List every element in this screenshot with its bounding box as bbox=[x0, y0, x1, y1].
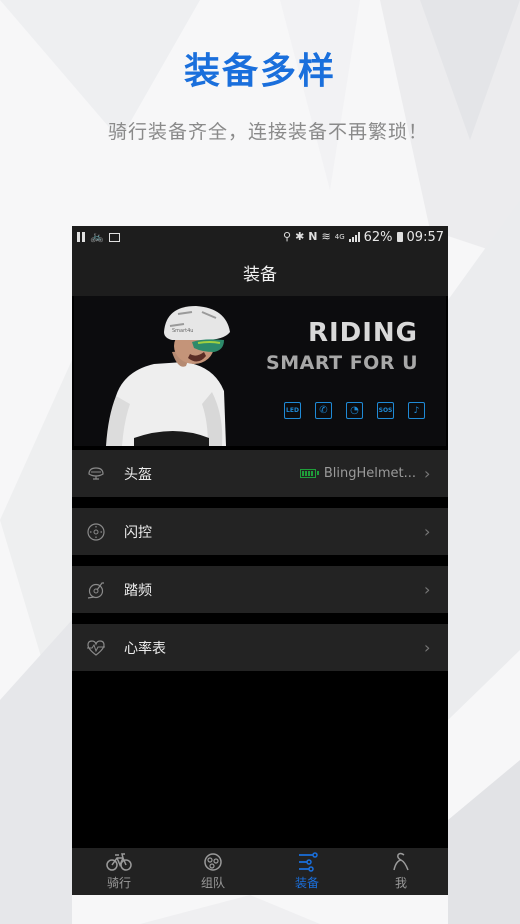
network-type: 4G bbox=[334, 233, 345, 241]
speedometer-icon: ◔ bbox=[346, 402, 363, 419]
tab-bar: 骑行 组队 装备 我 bbox=[72, 848, 448, 895]
tab-team[interactable]: 组队 bbox=[166, 848, 260, 895]
chevron-right-icon: › bbox=[424, 464, 431, 483]
device-battery-icon bbox=[299, 469, 319, 478]
voice-icon: ♪ bbox=[408, 402, 425, 419]
phone-call-icon: ✆ bbox=[315, 402, 332, 419]
tab-equipment[interactable]: 装备 bbox=[260, 848, 354, 895]
cadence-icon bbox=[87, 581, 104, 599]
tab-label: 骑行 bbox=[106, 876, 131, 890]
phone-screen: 🚲 ⚲ ✱ N ≋ 4G 62% 09:57 装备 Smart4u RIDING… bbox=[72, 226, 448, 895]
battery-icon bbox=[396, 232, 403, 242]
device-row-cadence[interactable]: 踏频 › bbox=[72, 566, 448, 613]
helmet-icon bbox=[88, 466, 104, 480]
device-row-heart-rate[interactable]: 心率表 › bbox=[72, 624, 448, 671]
location-icon: ⚲ bbox=[283, 230, 292, 243]
device-row-remote[interactable]: 闪控 › bbox=[72, 508, 448, 555]
tab-label: 装备 bbox=[294, 876, 319, 890]
led-icon: LED bbox=[284, 402, 301, 419]
signal-icon bbox=[348, 232, 360, 242]
device-name: BlingHelmet... bbox=[323, 466, 416, 481]
chevron-right-icon: › bbox=[424, 638, 431, 657]
tab-label: 我 bbox=[394, 876, 407, 890]
tab-riding[interactable]: 骑行 bbox=[72, 848, 166, 895]
image-icon bbox=[108, 232, 120, 242]
wifi-icon: ≋ bbox=[321, 230, 331, 243]
tab-me[interactable]: 我 bbox=[354, 848, 448, 895]
nfc-icon: N bbox=[308, 230, 318, 243]
nav-bar: 装备 bbox=[72, 248, 448, 296]
banner-tagline: SMART FOR U bbox=[266, 352, 418, 374]
status-bar: 🚲 ⚲ ✱ N ≋ 4G 62% 09:57 bbox=[72, 226, 448, 248]
svg-text:Smart4u: Smart4u bbox=[172, 328, 193, 334]
banner-headline: RIDING bbox=[307, 318, 418, 348]
chevron-right-icon: › bbox=[424, 522, 431, 541]
device-row-helmet[interactable]: 头盔 BlingHelmet... › bbox=[72, 450, 448, 497]
remote-control-icon bbox=[87, 522, 105, 541]
profile-icon bbox=[393, 852, 409, 871]
pause-icon bbox=[77, 232, 85, 242]
cyclist-image: Smart4u bbox=[106, 306, 230, 446]
promo-subtitle: 骑行装备齐全，连接装备不再繁琐！ bbox=[108, 121, 429, 143]
heart-rate-icon bbox=[87, 639, 105, 656]
sos-icon: SOS bbox=[377, 402, 394, 419]
device-label: 头盔 bbox=[124, 466, 152, 483]
promo-title: 装备多样 bbox=[183, 51, 336, 92]
chevron-right-icon: › bbox=[424, 580, 431, 599]
device-label: 闪控 bbox=[124, 524, 152, 541]
device-label: 心率表 bbox=[124, 640, 166, 657]
battery-percent: 62% bbox=[363, 229, 393, 245]
device-label: 踏频 bbox=[124, 582, 152, 599]
tab-label: 组队 bbox=[200, 876, 225, 890]
equipment-icon bbox=[299, 852, 318, 872]
page-title: 装备 bbox=[243, 264, 277, 285]
bike-notification-icon: 🚲 bbox=[90, 230, 104, 243]
bluetooth-icon: ✱ bbox=[295, 230, 305, 243]
clock: 09:57 bbox=[406, 229, 444, 245]
bicycle-icon bbox=[106, 853, 132, 871]
team-icon bbox=[204, 853, 222, 871]
feature-icons: LED ✆ ◔ SOS ♪ bbox=[284, 402, 425, 419]
promo-banner[interactable]: Smart4u RIDING SMART FOR U LED ✆ ◔ SOS ♪ bbox=[74, 296, 446, 446]
